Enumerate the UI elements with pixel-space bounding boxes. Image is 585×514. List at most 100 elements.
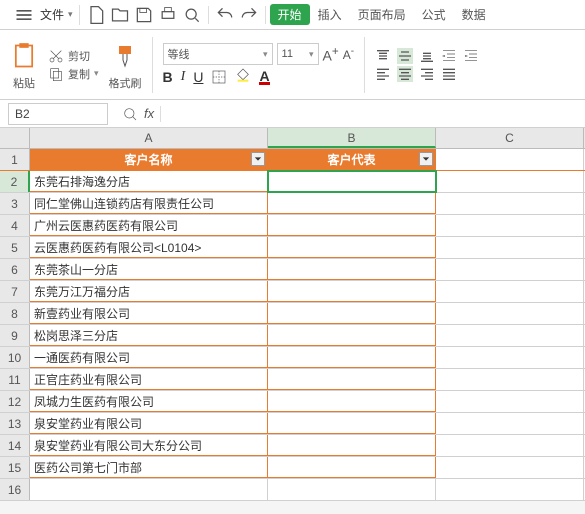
cell[interactable] <box>30 479 268 500</box>
font-size-combo[interactable]: 11 ▾ <box>277 43 319 65</box>
font-name-combo[interactable]: 等线 ▾ <box>163 43 273 65</box>
tab-start[interactable]: 开始 <box>270 4 310 25</box>
row-header[interactable]: 1 <box>0 149 30 170</box>
tab-formula[interactable]: 公式 <box>414 6 454 23</box>
cell[interactable] <box>436 325 584 346</box>
cell[interactable] <box>268 237 436 258</box>
col-header-b[interactable]: B <box>268 128 436 148</box>
col-header-c[interactable]: C <box>436 128 584 148</box>
cell[interactable] <box>268 369 436 390</box>
fx-label[interactable]: fx <box>144 106 154 121</box>
name-box[interactable]: B2 <box>8 103 108 125</box>
cell[interactable] <box>268 171 436 192</box>
cell[interactable]: 正官庄药业有限公司 <box>30 369 268 390</box>
cell[interactable] <box>268 413 436 434</box>
cut-button[interactable]: 剪切 <box>48 48 99 64</box>
save-icon[interactable] <box>134 5 154 25</box>
row-header[interactable]: 3 <box>0 193 30 214</box>
cell[interactable] <box>268 193 436 214</box>
row-header[interactable]: 15 <box>0 457 30 478</box>
cell[interactable] <box>436 281 584 302</box>
cell[interactable] <box>268 435 436 456</box>
cell[interactable]: 东莞石排海逸分店 <box>30 171 268 192</box>
cell[interactable] <box>268 215 436 236</box>
cell[interactable]: 新壹药业有限公司 <box>30 303 268 324</box>
row-header[interactable]: 16 <box>0 479 30 500</box>
row-header[interactable]: 14 <box>0 435 30 456</box>
print-preview-icon[interactable] <box>182 5 202 25</box>
undo-icon[interactable] <box>215 5 235 25</box>
row-header[interactable]: 6 <box>0 259 30 280</box>
copy-button[interactable]: 复制 ▾ <box>48 66 99 82</box>
row-header[interactable]: 13 <box>0 413 30 434</box>
cell[interactable] <box>436 193 584 214</box>
filter-button[interactable] <box>419 152 433 166</box>
row-header[interactable]: 11 <box>0 369 30 390</box>
cell[interactable] <box>436 413 584 434</box>
underline-button[interactable]: U <box>193 69 203 85</box>
cell[interactable] <box>436 457 584 478</box>
cell[interactable] <box>268 391 436 412</box>
cell[interactable]: 广州云医惠药医药有限公司 <box>30 215 268 236</box>
cell[interactable] <box>268 479 436 500</box>
align-center-icon[interactable] <box>397 66 413 82</box>
select-all-corner[interactable] <box>0 128 30 148</box>
cell[interactable]: 同仁堂佛山连锁药店有限责任公司 <box>30 193 268 214</box>
row-header[interactable]: 8 <box>0 303 30 324</box>
cell[interactable] <box>436 171 584 192</box>
row-header[interactable]: 10 <box>0 347 30 368</box>
align-middle-icon[interactable] <box>397 48 413 64</box>
cell[interactable]: 医药公司第七门市部 <box>30 457 268 478</box>
cell[interactable]: 云医惠药医药有限公司<L0104> <box>30 237 268 258</box>
cell[interactable] <box>268 303 436 324</box>
cell[interactable] <box>268 281 436 302</box>
cell[interactable]: 凤城力生医药有限公司 <box>30 391 268 412</box>
tab-layout[interactable]: 页面布局 <box>350 6 414 23</box>
redo-icon[interactable] <box>239 5 259 25</box>
row-header[interactable]: 4 <box>0 215 30 236</box>
print-icon[interactable] <box>158 5 178 25</box>
cell[interactable]: 松岗思泽三分店 <box>30 325 268 346</box>
cell[interactable]: 东莞茶山一分店 <box>30 259 268 280</box>
decrease-font-button[interactable]: A- <box>343 46 354 62</box>
cell[interactable]: 东莞万江万福分店 <box>30 281 268 302</box>
tab-insert[interactable]: 插入 <box>310 6 350 23</box>
cell[interactable]: 一通医药有限公司 <box>30 347 268 368</box>
fill-color-button[interactable] <box>235 67 251 86</box>
font-color-button[interactable]: A <box>259 68 269 85</box>
cell[interactable] <box>436 369 584 390</box>
formula-input[interactable] <box>161 103 585 125</box>
align-top-icon[interactable] <box>375 48 391 64</box>
file-menu[interactable]: 文件 ▾ <box>6 5 80 25</box>
cell[interactable]: 泉安堂药业有限公司大东分公司 <box>30 435 268 456</box>
bold-button[interactable]: B <box>163 69 173 85</box>
col-header-a[interactable]: A <box>30 128 268 148</box>
cell[interactable]: 泉安堂药业有限公司 <box>30 413 268 434</box>
open-file-icon[interactable] <box>110 5 130 25</box>
cell[interactable] <box>436 215 584 236</box>
align-left-icon[interactable] <box>375 66 391 82</box>
increase-font-button[interactable]: A+ <box>323 45 339 64</box>
cell[interactable] <box>436 303 584 324</box>
cell[interactable] <box>436 259 584 280</box>
filter-button[interactable] <box>251 152 265 166</box>
cell[interactable] <box>268 457 436 478</box>
paste-button[interactable]: 粘贴 <box>6 37 42 93</box>
row-header[interactable]: 7 <box>0 281 30 302</box>
cell[interactable] <box>436 435 584 456</box>
justify-icon[interactable] <box>441 66 457 82</box>
align-bottom-icon[interactable] <box>419 48 435 64</box>
row-header[interactable]: 2 <box>0 171 30 192</box>
tab-data[interactable]: 数据 <box>454 6 494 23</box>
border-button[interactable] <box>211 69 227 85</box>
table-header-customer-name[interactable]: 客户名称 <box>30 149 268 170</box>
italic-button[interactable]: I <box>181 69 186 85</box>
row-header[interactable]: 9 <box>0 325 30 346</box>
format-painter-button[interactable]: 格式刷 <box>105 37 146 93</box>
cell[interactable] <box>436 237 584 258</box>
table-header-customer-rep[interactable]: 客户代表 <box>268 149 436 170</box>
autosum-icon[interactable] <box>122 106 138 122</box>
cell[interactable] <box>436 479 584 500</box>
cell[interactable] <box>436 149 584 170</box>
cell[interactable] <box>268 347 436 368</box>
